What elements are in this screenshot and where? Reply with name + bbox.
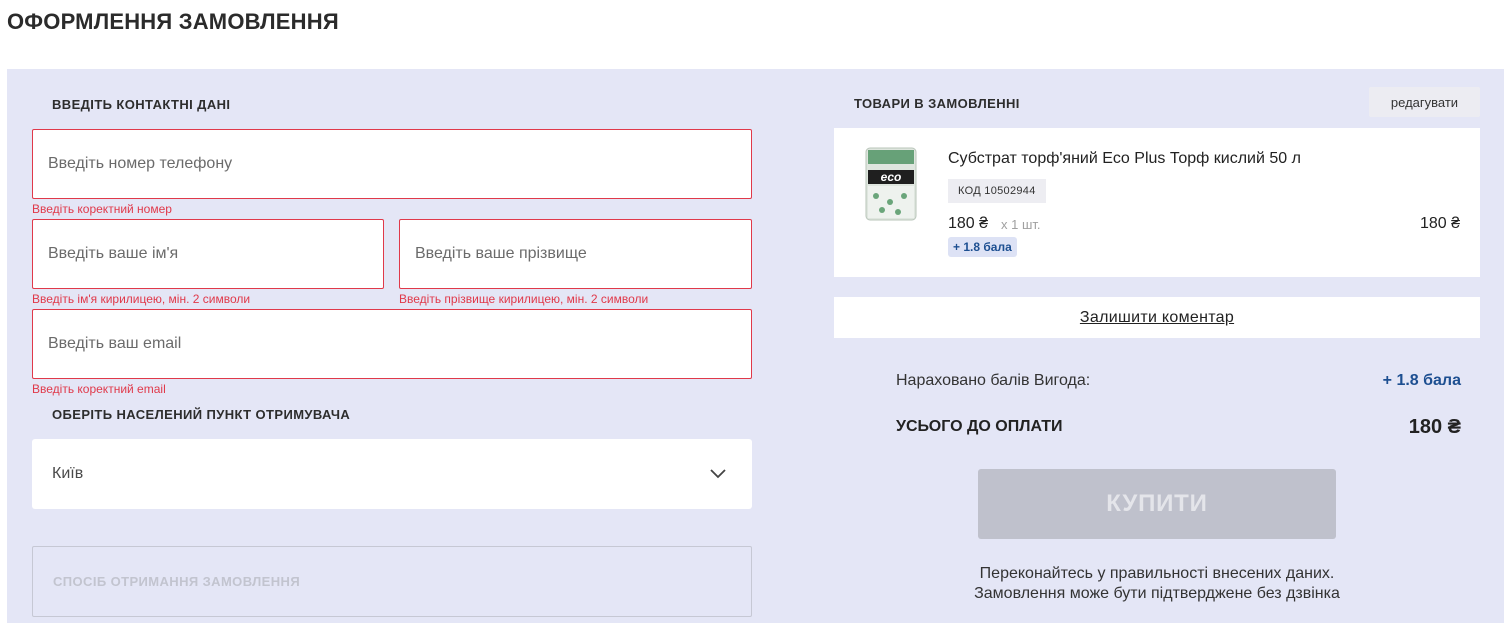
page-title: ОФОРМЛЕННЯ ЗАМОВЛЕННЯ (7, 9, 339, 34)
confirmation-note-line-1: Переконайтесь у правильності внесених да… (979, 565, 1335, 582)
email-error: Введіть коректний email (32, 382, 166, 396)
product-logo-text: eco (881, 170, 902, 184)
email-input[interactable] (33, 310, 751, 378)
total-label: УСЬОГО ДО ОПЛАТИ (896, 418, 1063, 435)
order-item: eco Субстрат торф'яний Eco Plus Торф кис… (834, 128, 1480, 277)
last-name-input[interactable] (400, 220, 751, 288)
product-bonus-badge: + 1.8 бала (948, 237, 1017, 257)
checkout-panel: ВВЕДІТЬ КОНТАКТНІ ДАНІ Введіть коректний… (7, 69, 1504, 623)
edit-order-button[interactable]: редагувати (1369, 87, 1480, 117)
first-name-input[interactable] (33, 220, 383, 288)
city-select[interactable]: Київ (32, 439, 752, 509)
product-image[interactable]: eco (864, 146, 918, 222)
bonus-points-label: Нараховано балів Вигода: (896, 372, 1091, 389)
buy-button[interactable]: КУПИТИ (978, 469, 1336, 539)
last-name-field[interactable] (399, 219, 752, 289)
order-section-label: ТОВАРИ В ЗАМОВЛЕННІ (854, 96, 1020, 111)
product-price: 180 ₴ (948, 215, 989, 232)
first-name-error: Введіть ім'я кирилицею, мін. 2 символи (32, 292, 251, 306)
phone-input[interactable] (33, 130, 751, 198)
last-name-error: Введіть прізвище кирилицею, мін. 2 симво… (399, 292, 649, 306)
city-section-label: ОБЕРІТЬ НАСЕЛЕНИЙ ПУНКТ ОТРИМУВАЧА (52, 407, 351, 422)
phone-error: Введіть коректний номер (32, 202, 172, 216)
chevron-down-icon (710, 469, 726, 479)
leave-comment-label: Залишити коментар (1079, 308, 1235, 326)
email-field[interactable] (32, 309, 752, 379)
city-selected-value: Київ (52, 465, 84, 482)
total-value: 180 ₴ (1408, 416, 1461, 438)
product-total: 180 ₴ (1419, 215, 1460, 232)
product-quantity: x 1 шт. (1001, 217, 1041, 232)
confirmation-note: Переконайтесь у правильності внесених да… (907, 564, 1407, 604)
confirmation-note-line-2: Замовлення може бути підтверджене без дз… (974, 585, 1340, 602)
phone-field[interactable] (32, 129, 752, 199)
bonus-points-value: + 1.8 бала (1382, 372, 1461, 389)
leave-comment-button[interactable]: Залишити коментар (834, 297, 1480, 338)
first-name-field[interactable] (32, 219, 384, 289)
delivery-method-section: СПОСІБ ОТРИМАННЯ ЗАМОВЛЕННЯ (32, 546, 752, 617)
product-code-badge: КОД 10502944 (948, 179, 1046, 203)
product-name[interactable]: Субстрат торф'яний Eco Plus Торф кислий … (948, 150, 1301, 168)
contacts-section-label: ВВЕДІТЬ КОНТАКТНІ ДАНІ (52, 97, 231, 112)
delivery-method-label: СПОСІБ ОТРИМАННЯ ЗАМОВЛЕННЯ (53, 574, 301, 589)
